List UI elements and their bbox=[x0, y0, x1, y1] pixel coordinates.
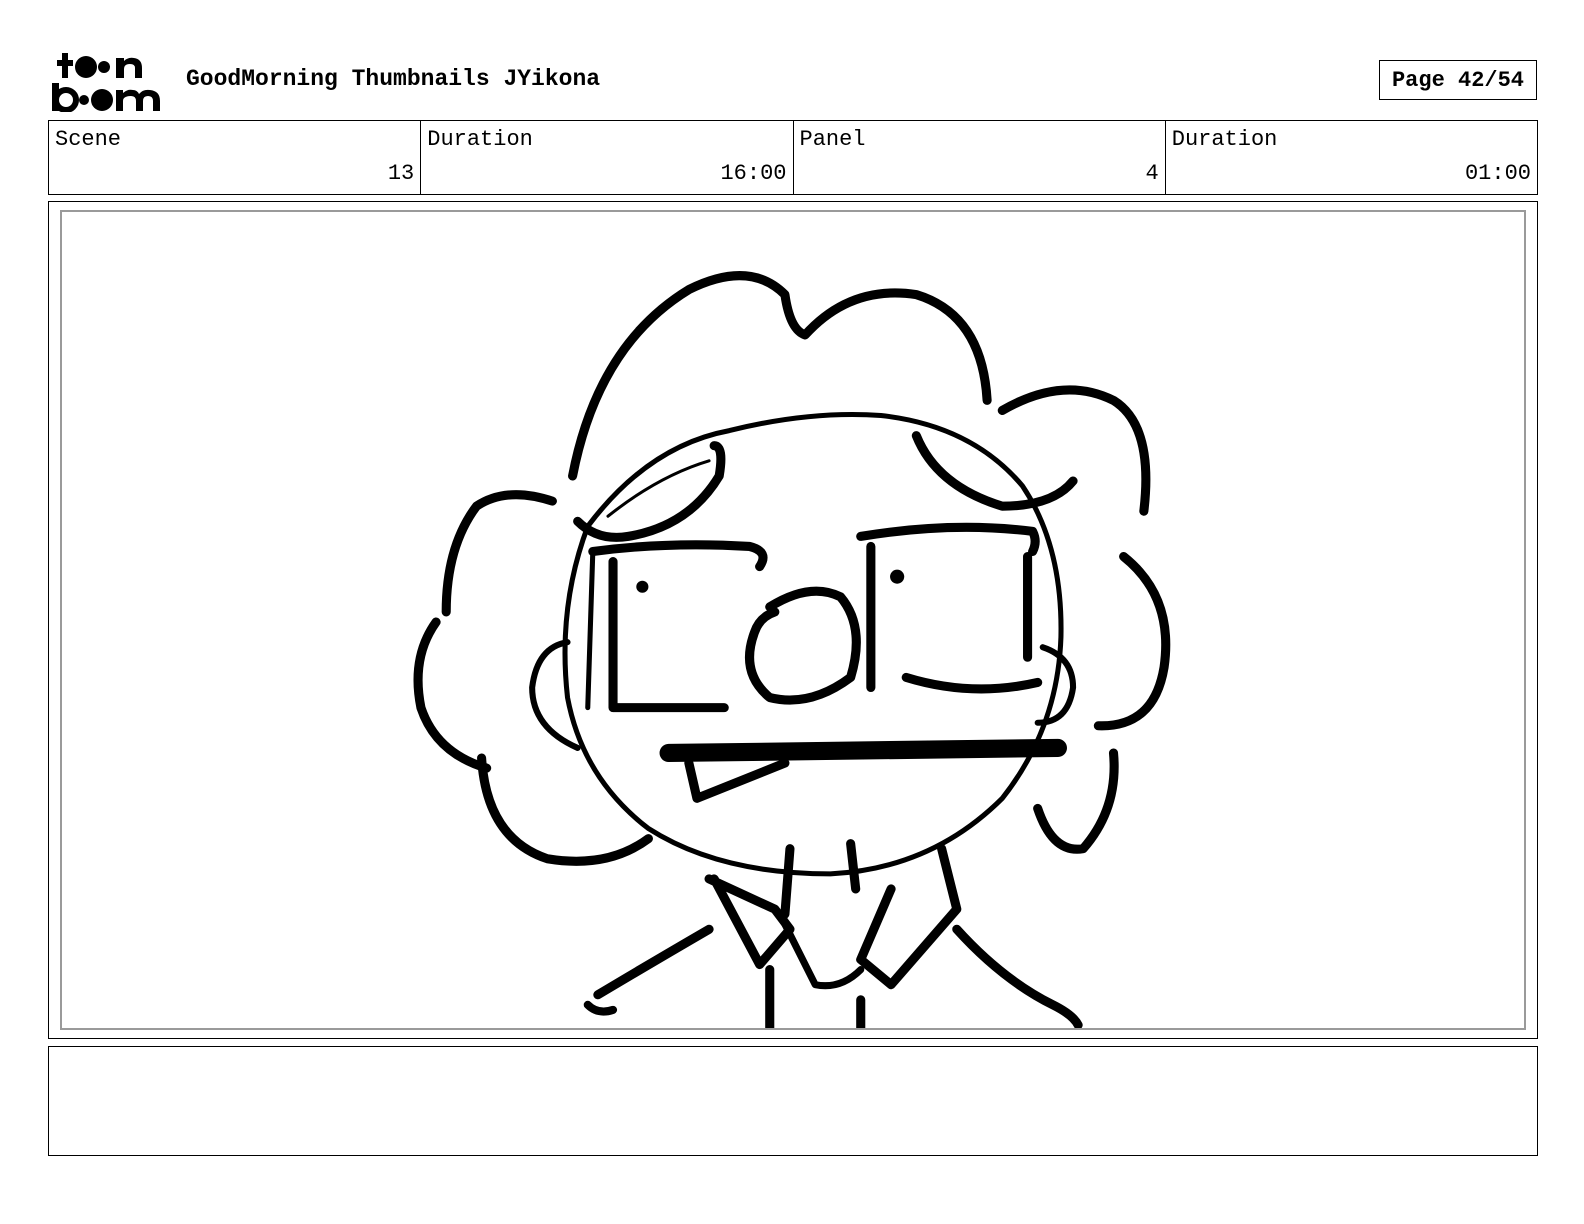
panel-duration-cell: Duration 01:00 bbox=[1166, 121, 1537, 194]
storyboard-sketch bbox=[413, 271, 1171, 1028]
scene-cell: Scene 13 bbox=[49, 121, 422, 194]
toon-boom-logo bbox=[50, 50, 166, 113]
scene-duration-cell: Duration 16:00 bbox=[421, 121, 794, 194]
scene-duration-label: Duration bbox=[427, 127, 533, 152]
panel-duration-value: 01:00 bbox=[1464, 161, 1531, 186]
page-indicator: Page 42/54 bbox=[1379, 60, 1537, 100]
scene-info-table: Scene 13 Duration 16:00 Panel 4 Duration… bbox=[48, 120, 1538, 195]
scene-duration-value: 16:00 bbox=[720, 161, 787, 186]
storyboard-panel-frame bbox=[48, 201, 1538, 1039]
panel-cell: Panel 4 bbox=[794, 121, 1166, 194]
panel-value: 4 bbox=[1145, 161, 1159, 186]
panel-duration-label: Duration bbox=[1171, 127, 1278, 152]
document-title: GoodMorning Thumbnails JYikona bbox=[186, 66, 601, 92]
panel-label: Panel bbox=[799, 127, 866, 152]
scene-label: Scene bbox=[55, 127, 122, 152]
panel-notes-box bbox=[48, 1046, 1538, 1156]
scene-value: 13 bbox=[387, 161, 415, 186]
toon-boom-logo-mark bbox=[52, 53, 160, 113]
storyboard-panel bbox=[60, 210, 1526, 1030]
